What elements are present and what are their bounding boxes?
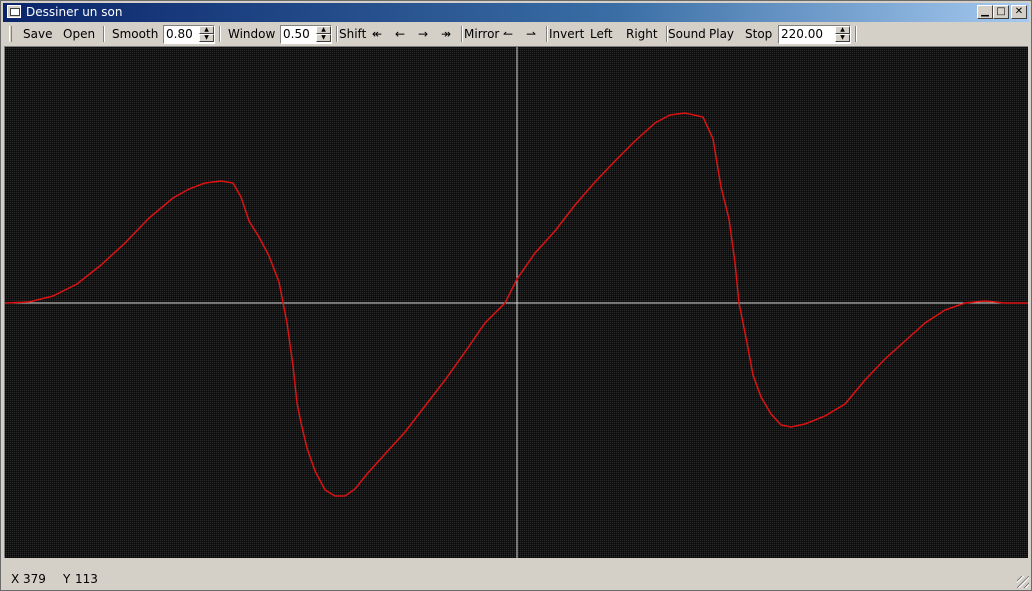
window-app-icon[interactable] bbox=[7, 5, 21, 18]
smooth-up-button[interactable]: ▲ bbox=[199, 26, 214, 34]
smooth-down-button[interactable]: ▼ bbox=[199, 34, 214, 42]
window-label: Window bbox=[228, 27, 276, 41]
sound-label: Sound bbox=[668, 27, 706, 41]
window-value[interactable]: 0.50 bbox=[283, 28, 310, 41]
toolbar-separator bbox=[855, 26, 857, 42]
close-button[interactable]: ✕ bbox=[1011, 5, 1027, 19]
mirror-left-button[interactable]: ↼ bbox=[503, 27, 513, 41]
mirror-label: Mirror bbox=[464, 27, 500, 41]
shift-right-button[interactable]: → bbox=[418, 27, 428, 41]
drawing-canvas[interactable] bbox=[4, 46, 1029, 559]
shift-label: Shift bbox=[339, 27, 367, 41]
cursor-x-value: 379 bbox=[23, 572, 46, 586]
shift-far-left-button[interactable]: ↞ bbox=[372, 27, 382, 41]
toolbar-grip[interactable] bbox=[9, 26, 12, 42]
minimize-icon: ▁ bbox=[981, 6, 989, 17]
left-button[interactable]: Left bbox=[590, 27, 613, 41]
frequency-up-button[interactable]: ▲ bbox=[835, 26, 850, 34]
close-icon: ✕ bbox=[1014, 6, 1024, 17]
toolbar: Save Open Smooth 0.80 ▲ ▼ Window 0.50 ▲ ▼ … bbox=[3, 23, 1029, 45]
status-bar: X 379 Y 113 bbox=[1, 566, 1031, 590]
cursor-y-label: Y bbox=[63, 572, 71, 586]
maximize-button[interactable]: □ bbox=[993, 5, 1009, 19]
frequency-value[interactable]: 220.00 bbox=[781, 28, 823, 41]
toolbar-separator bbox=[219, 26, 221, 42]
toolbar-separator bbox=[546, 26, 548, 42]
invert-button[interactable]: Invert bbox=[549, 27, 584, 41]
frequency-spinbox[interactable]: 220.00 ▲ ▼ bbox=[778, 25, 851, 44]
stop-button[interactable]: Stop bbox=[745, 27, 772, 41]
play-button[interactable]: Play bbox=[709, 27, 734, 41]
cursor-x-label: X bbox=[11, 572, 20, 586]
toolbar-separator bbox=[461, 26, 463, 42]
window-up-button[interactable]: ▲ bbox=[316, 26, 331, 34]
toolbar-separator bbox=[103, 26, 105, 42]
window-down-button[interactable]: ▼ bbox=[316, 34, 331, 42]
window-spinbox[interactable]: 0.50 ▲ ▼ bbox=[280, 25, 332, 44]
smooth-label: Smooth bbox=[112, 27, 159, 41]
mirror-right-button[interactable]: ⇀ bbox=[526, 27, 536, 41]
toolbar-separator bbox=[336, 26, 338, 42]
smooth-value[interactable]: 0.80 bbox=[166, 28, 193, 41]
window-title: Dessiner un son bbox=[26, 5, 123, 19]
cursor-y-value: 113 bbox=[75, 572, 98, 586]
right-button[interactable]: Right bbox=[626, 27, 658, 41]
waveform-plot[interactable] bbox=[5, 47, 1029, 559]
shift-far-right-button[interactable]: ↠ bbox=[441, 27, 451, 41]
frequency-down-button[interactable]: ▼ bbox=[835, 34, 850, 42]
open-button[interactable]: Open bbox=[63, 27, 95, 41]
resize-grip[interactable] bbox=[1017, 576, 1029, 588]
minimize-button[interactable]: ▁ bbox=[977, 5, 993, 19]
save-button[interactable]: Save bbox=[23, 27, 52, 41]
shift-left-button[interactable]: ← bbox=[395, 27, 405, 41]
maximize-icon: □ bbox=[996, 6, 1006, 17]
title-bar[interactable]: Dessiner un son ▁ □ ✕ bbox=[3, 3, 1029, 22]
smooth-spinbox[interactable]: 0.80 ▲ ▼ bbox=[163, 25, 215, 44]
app-window: Dessiner un son ▁ □ ✕ Save Open Smooth 0… bbox=[0, 0, 1032, 591]
